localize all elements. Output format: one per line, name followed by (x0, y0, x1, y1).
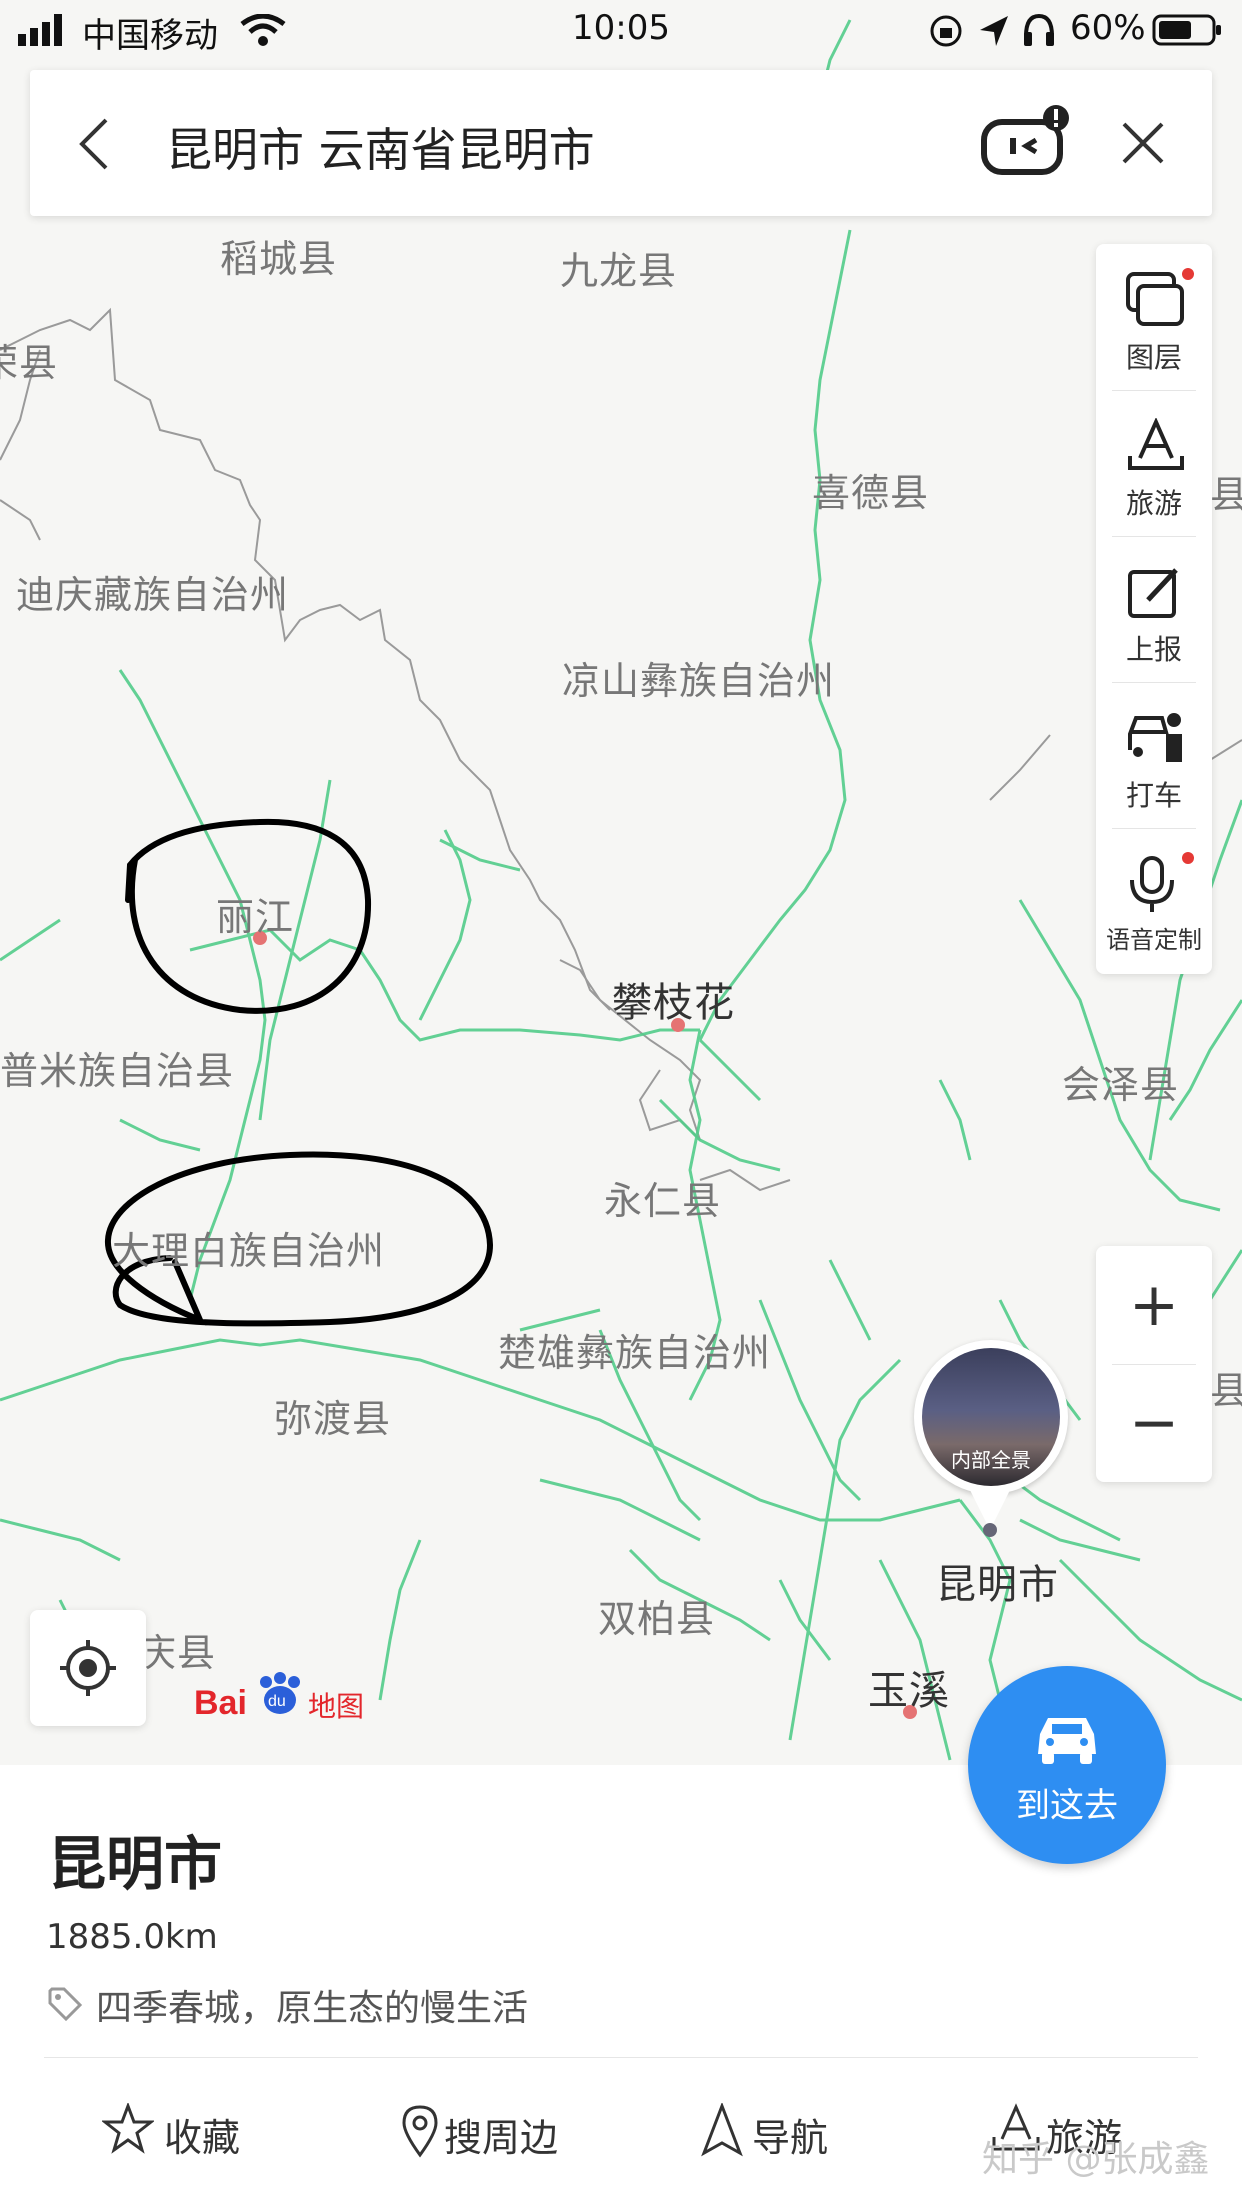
zoom-in-button[interactable]: + (1096, 1246, 1212, 1364)
map-label: 县 (1210, 473, 1242, 517)
carrier-name: 中国移动 (82, 16, 218, 56)
crosshair-icon (60, 1640, 116, 1696)
tool-travel[interactable]: 旅游 (1096, 390, 1212, 536)
location-pin-icon (402, 2105, 438, 2158)
locate-button[interactable] (30, 1610, 146, 1726)
map-label: 玉溪 (868, 1668, 950, 1714)
search-bar[interactable]: 昆明市 云南省昆明市 (30, 70, 1212, 216)
map-label: 双柏县 (598, 1597, 716, 1641)
orientation-lock-icon (930, 15, 962, 47)
map-view[interactable]: 稻城县 九龙县 荣县 喜德县 迪庆藏族自治州 凉山彝族自治州 丽江 攀枝花 普米… (0, 0, 1242, 1765)
tool-label: 图层 (1125, 341, 1182, 374)
microphone-icon (1130, 856, 1174, 912)
go-here-label: 到这去 (1016, 1786, 1118, 1826)
map-label: 喜德县 (812, 471, 930, 515)
map-label: 大理白族自治州 (112, 1229, 386, 1273)
map-label: 攀枝花 (612, 980, 735, 1026)
map-label: 迪庆藏族自治州 (16, 573, 290, 617)
tool-layers[interactable]: 图层 (1096, 244, 1212, 390)
tool-label: 上报 (1125, 633, 1182, 666)
navigate-arrow-icon (701, 2103, 743, 2157)
divider (44, 2057, 1198, 2058)
location-arrow-icon (980, 16, 1008, 46)
map-label: 普米族自治县 (0, 1049, 235, 1093)
battery-icon (1152, 14, 1221, 46)
map-label: 会泽县 (1062, 1063, 1180, 1107)
action-label: 导航 (752, 2116, 829, 2160)
map-label: 稻城县 (220, 237, 338, 281)
map-tools-panel: 图层 旅游 上报 打车 语音定制 (1096, 244, 1212, 974)
svg-text:地图: 地图 (308, 1690, 364, 1723)
tool-label: 旅游 (1125, 487, 1182, 520)
signal-icon (18, 14, 62, 46)
battery-percent: 60% (1070, 8, 1146, 48)
zoom-controls: + − (1096, 1246, 1212, 1482)
wifi-icon (240, 14, 286, 46)
map-label: 九龙县 (560, 249, 678, 293)
place-name: 昆明市 (48, 1830, 223, 1898)
map-label: 荣县 (0, 341, 59, 385)
layers-icon (1126, 272, 1184, 326)
map-label: 楚雄彝族自治州 (498, 1331, 772, 1375)
status-bar: 中国移动 10:05 60% (0, 0, 1242, 62)
search-title[interactable]: 昆明市 云南省昆明市 (166, 114, 595, 180)
map-label: 丽江 (216, 895, 295, 939)
tag-icon (48, 1987, 82, 2021)
car-icon (1038, 1718, 1096, 1764)
travel-icon (1128, 418, 1184, 470)
assistant-robot-icon[interactable] (980, 104, 1070, 180)
map-label: 昆明市 (936, 1562, 1059, 1608)
map-label: 县 (1210, 1369, 1242, 1413)
tool-voice[interactable]: 语音定制 (1096, 828, 1212, 974)
tool-label: 打车 (1125, 779, 1182, 812)
svg-text:du: du (268, 1693, 286, 1710)
badge-dot (1182, 268, 1194, 280)
clock: 10:05 (572, 8, 670, 48)
back-arrow-icon[interactable] (76, 116, 110, 172)
map-label: 弥渡县 (274, 1397, 392, 1441)
map-label: 凉山彝族自治州 (562, 659, 836, 703)
action-label: 搜周边 (444, 2116, 559, 2160)
panorama-thumbnail: 内部全景 (922, 1348, 1060, 1486)
map-label: 永仁县 (604, 1179, 722, 1223)
panorama-marker[interactable]: 内部全景 (914, 1340, 1068, 1494)
watermark: 知乎 @张成鑫 (982, 2139, 1210, 2180)
action-label: 收藏 (164, 2116, 241, 2160)
go-here-button[interactable]: 到这去 (968, 1666, 1166, 1864)
tool-taxi[interactable]: 打车 (1096, 682, 1212, 828)
badge-dot (1182, 852, 1194, 864)
tool-report[interactable]: 上报 (1096, 536, 1212, 682)
panorama-pointer-icon (970, 1490, 1010, 1537)
baidu-map-logo: Bai du 地图 (194, 1668, 374, 1728)
place-tagline: 四季春城，原生态的慢生活 (96, 1988, 529, 2029)
tool-label: 语音定制 (1106, 926, 1202, 954)
star-icon (102, 2103, 154, 2154)
headphones-icon (1024, 13, 1054, 46)
zoom-out-button[interactable]: − (1096, 1364, 1212, 1482)
close-icon[interactable] (1120, 120, 1166, 166)
taxi-icon (1128, 713, 1182, 762)
report-icon (1128, 568, 1178, 618)
svg-text:Bai: Bai (194, 1684, 247, 1722)
panorama-label: 内部全景 (951, 1448, 1031, 1472)
place-distance: 1885.0km (46, 1917, 218, 1957)
